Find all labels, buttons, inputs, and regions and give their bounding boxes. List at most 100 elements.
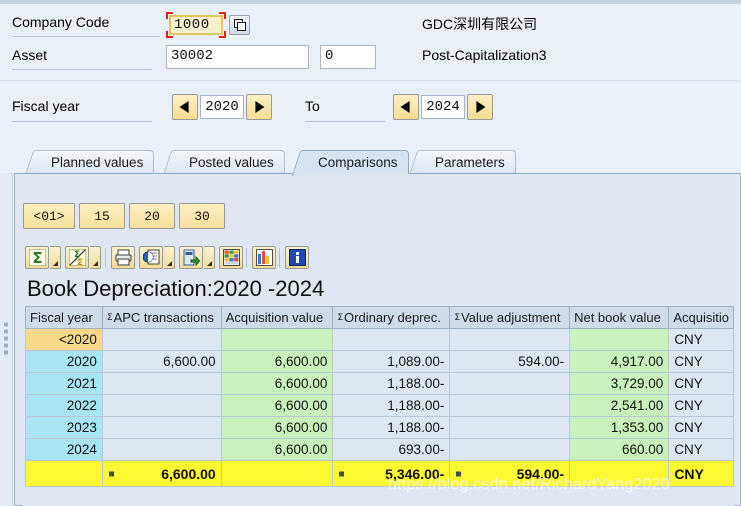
cell-value-adjustment: 594.00-	[449, 350, 571, 373]
cell-total-acquisition-value	[220, 460, 334, 487]
fiscal-year-row: Fiscal year 2020 To 2024	[0, 94, 741, 124]
cell-acquisition-value: 6,600.00	[220, 350, 334, 373]
alv-grid-area: Σ Σ Σ Book Depreciation:2020 -2024 Fisca…	[23, 244, 734, 506]
depreciation-area-button-20[interactable]: 20	[129, 203, 175, 229]
triangle-left-icon	[179, 101, 189, 113]
cell-ordinary-deprec: 693.00-	[332, 438, 451, 461]
table-row[interactable]: <2020 CNY	[25, 328, 734, 351]
column-header-net-book-value[interactable]: Net book value	[569, 306, 670, 329]
graphic-icon[interactable]	[252, 246, 276, 269]
cell-value-adjustment	[449, 438, 571, 461]
table-row[interactable]: 2021 6,600.00 1,188.00- 3,729.00 CNY	[25, 372, 734, 395]
subtotal-dropdown[interactable]	[90, 246, 101, 269]
table-row[interactable]: 2022 6,600.00 1,188.00- 2,541.00 CNY	[25, 394, 734, 417]
print-preview-dropdown[interactable]	[164, 246, 175, 269]
cell-apc-transactions	[101, 372, 222, 395]
total-sum-dropdown[interactable]	[50, 246, 61, 269]
sigma-icon: Σ	[337, 313, 344, 323]
depreciation-area-button-30[interactable]: 30	[179, 203, 225, 229]
column-header-ordinary-deprec[interactable]: ΣOrdinary deprec.	[332, 306, 451, 329]
table-header: Fiscal year ΣAPC transactions Acquisitio…	[25, 306, 734, 329]
report-title: Book Depreciation:2020 -2024	[27, 276, 325, 301]
cell-fiscal-year: 2020	[25, 350, 103, 373]
cell-apc-transactions	[101, 416, 222, 439]
column-header-acquisition-currency[interactable]: Acquisitio	[668, 306, 734, 329]
print-preview-icon[interactable]	[139, 246, 163, 269]
table-header-row: Fiscal year ΣAPC transactions Acquisitio…	[25, 306, 734, 329]
column-header-label: Acquisitio	[673, 310, 729, 325]
fiscal-year-from-next-button[interactable]	[246, 94, 272, 120]
company-code-row: Company Code 1000 GDC深圳有限公司	[0, 10, 741, 40]
cell-value-adjustment	[449, 394, 571, 417]
fiscal-year-from-previous-button[interactable]	[172, 94, 198, 120]
cell-apc-transactions	[101, 438, 222, 461]
asset-description: Post-Capitalization3	[422, 47, 547, 63]
table-row[interactable]: 2020 6,600.00 6,600.00 1,089.00- 594.00-…	[25, 350, 734, 373]
cell-total-value-adjustment: 594.00-	[449, 460, 571, 487]
asset-label: Asset	[12, 47, 48, 63]
depreciation-area-button-01[interactable]: <01>	[23, 203, 75, 229]
fiscal-year-to-label: To	[305, 98, 320, 114]
column-header-label: Ordinary deprec.	[344, 310, 441, 325]
cell-net-book-value: 3,729.00	[569, 372, 670, 395]
cell-net-book-value	[569, 328, 670, 351]
asset-number-input[interactable]: 30002	[166, 45, 309, 69]
triangle-right-icon	[255, 101, 265, 113]
cell-apc-transactions: 6,600.00	[101, 350, 222, 373]
tab-comparisons[interactable]: Comparisons	[303, 150, 409, 174]
tab-parameters[interactable]: Parameters	[420, 150, 516, 174]
info-icon[interactable]	[285, 246, 309, 269]
multiple-selection-icon[interactable]	[229, 15, 250, 35]
print-icon[interactable]	[111, 246, 135, 269]
cell-total-apc-transactions: 6,600.00	[101, 460, 222, 487]
layout-icon[interactable]	[219, 246, 243, 269]
cell-currency: CNY	[668, 416, 734, 439]
svg-text:Σ: Σ	[77, 258, 83, 266]
cell-acquisition-value: 6,600.00	[220, 394, 334, 417]
comparisons-tab-panel: <01> 15 20 30 Σ Σ Σ Book Depreciation:20…	[14, 173, 741, 506]
cell-apc-transactions	[101, 394, 222, 417]
column-header-apc-transactions[interactable]: ΣAPC transactions	[101, 306, 222, 329]
fiscal-year-to-input[interactable]: 2024	[421, 95, 465, 119]
table-total-row[interactable]: 6,600.00 5,346.00- 594.00- CNY	[25, 460, 734, 487]
cell-value-adjustment	[449, 328, 571, 351]
cell-value-adjustment	[449, 416, 571, 439]
column-header-value-adjustment[interactable]: ΣValue adjustment	[449, 306, 571, 329]
company-code-input[interactable]: 1000	[169, 15, 223, 35]
column-header-acquisition-value[interactable]: Acquisition value	[220, 306, 334, 329]
company-code-label-underline	[12, 36, 160, 37]
triangle-right-icon	[476, 101, 486, 113]
cell-fiscal-year: 2022	[25, 394, 103, 417]
total-sum-icon[interactable]: Σ	[25, 246, 49, 269]
cell-ordinary-deprec: 1,089.00-	[332, 350, 451, 373]
tab-planned-values[interactable]: Planned values	[36, 150, 155, 174]
export-glyph	[183, 249, 200, 266]
cell-net-book-value: 1,353.00	[569, 416, 670, 439]
subtotal-icon[interactable]: Σ Σ	[65, 246, 89, 269]
asset-label-underline	[12, 69, 152, 70]
cell-acquisition-value	[220, 328, 334, 351]
printer-glyph	[115, 249, 132, 266]
toolbar-separator	[105, 248, 106, 267]
selection-area: Company Code 1000 GDC深圳有限公司 Asset 30002 …	[0, 0, 741, 146]
cell-currency: CNY	[668, 350, 734, 373]
fiscal-year-from-input[interactable]: 2020	[200, 95, 244, 119]
tab-posted-values[interactable]: Posted values	[174, 150, 285, 174]
export-dropdown[interactable]	[204, 246, 215, 269]
cell-currency: CNY	[668, 328, 734, 351]
depreciation-area-button-15[interactable]: 15	[79, 203, 125, 229]
fiscal-year-to-previous-button[interactable]	[393, 94, 419, 120]
cell-acquisition-value: 6,600.00	[220, 438, 334, 461]
table-row[interactable]: 2023 6,600.00 1,188.00- 1,353.00 CNY	[25, 416, 734, 439]
table-row[interactable]: 2024 6,600.00 693.00- 660.00 CNY	[25, 438, 734, 461]
column-header-fiscal-year[interactable]: Fiscal year	[25, 306, 103, 329]
depreciation-comparison-table: Fiscal year ΣAPC transactions Acquisitio…	[25, 306, 734, 487]
fiscal-year-to-next-button[interactable]	[467, 94, 493, 120]
export-icon[interactable]	[179, 246, 203, 269]
triangle-left-icon	[400, 101, 410, 113]
column-header-label: Acquisition value	[225, 310, 324, 325]
cell-value-adjustment	[449, 372, 571, 395]
left-splitter[interactable]	[0, 173, 13, 506]
asset-subnumber-input[interactable]: 0	[320, 45, 376, 69]
cell-acquisition-value: 6,600.00	[220, 372, 334, 395]
